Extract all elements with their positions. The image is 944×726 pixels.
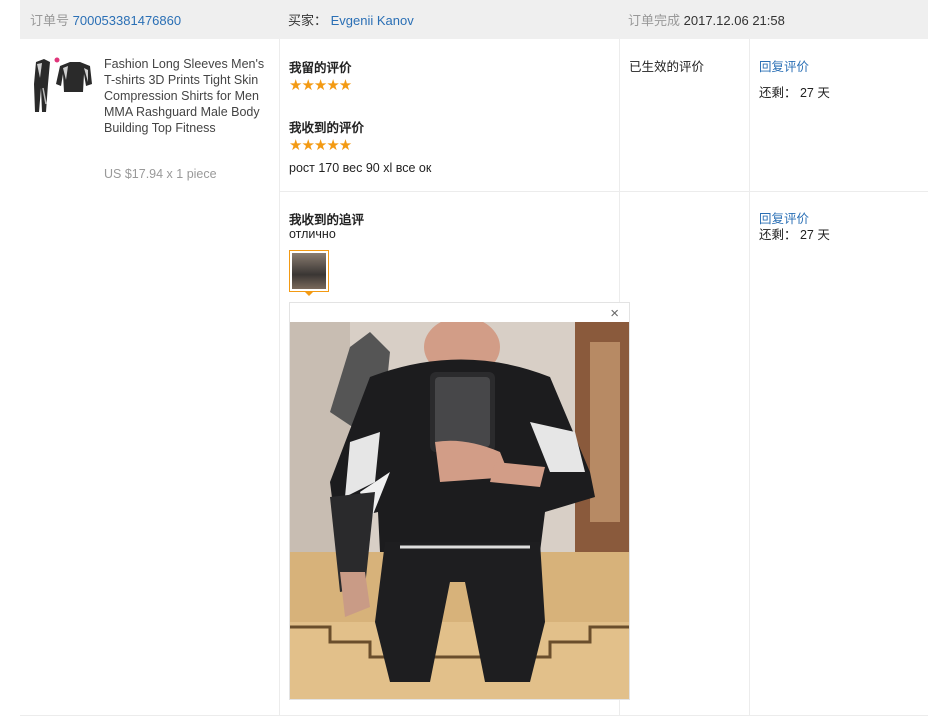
my-review-label: 我留的评价	[289, 61, 352, 75]
remaining-days: 还剩： 27 天	[759, 86, 830, 100]
row-divider	[20, 715, 928, 716]
review-photo	[290, 322, 629, 699]
completed-label: 订单完成	[628, 13, 681, 28]
row-divider	[280, 191, 928, 192]
followup-remaining-days: 还剩： 27 天	[759, 228, 830, 242]
reply-review-link[interactable]: 回复评价	[759, 56, 809, 75]
buyer-group: 买家： Evgenii Kanov	[288, 10, 414, 29]
close-icon[interactable]: ×	[610, 305, 619, 323]
order-header: 订单号 700053381476860 买家： Evgenii Kanov 订单…	[20, 0, 928, 39]
received-review-text: рост 170 вес 90 xl все ок	[289, 161, 432, 175]
order-number-group: 订单号 700053381476860	[30, 10, 181, 29]
product-price: US $17.94 x 1 piece	[104, 167, 217, 181]
completed-group: 订单完成 2017.12.06 21:58	[628, 10, 785, 29]
followup-review-text: отлично	[289, 227, 336, 241]
my-rating-stars: ★★★★★	[289, 77, 352, 94]
completed-time: 2017.12.06 21:58	[683, 13, 785, 28]
review-status: 已生效的评价	[629, 60, 705, 74]
product-title[interactable]: Fashion Long Sleeves Men's T-shirts 3D P…	[104, 56, 269, 136]
buyer-label: 买家：	[288, 13, 328, 28]
order-label: 订单号	[30, 13, 70, 28]
review-photo-thumbnail[interactable]	[289, 250, 329, 292]
product-image[interactable]	[30, 54, 92, 116]
photo-preview-panel: ×	[289, 302, 630, 700]
followup-review-label: 我收到的追评	[289, 213, 365, 227]
column-divider	[279, 39, 280, 715]
order-number-link[interactable]: 700053381476860	[73, 13, 181, 28]
column-divider	[749, 39, 750, 715]
received-review-label: 我收到的评价	[289, 121, 365, 135]
buyer-name-link[interactable]: Evgenii Kanov	[331, 13, 414, 28]
selected-caret-icon	[304, 291, 314, 296]
thumbnail-image	[292, 253, 326, 289]
received-rating-stars: ★★★★★	[289, 137, 352, 154]
